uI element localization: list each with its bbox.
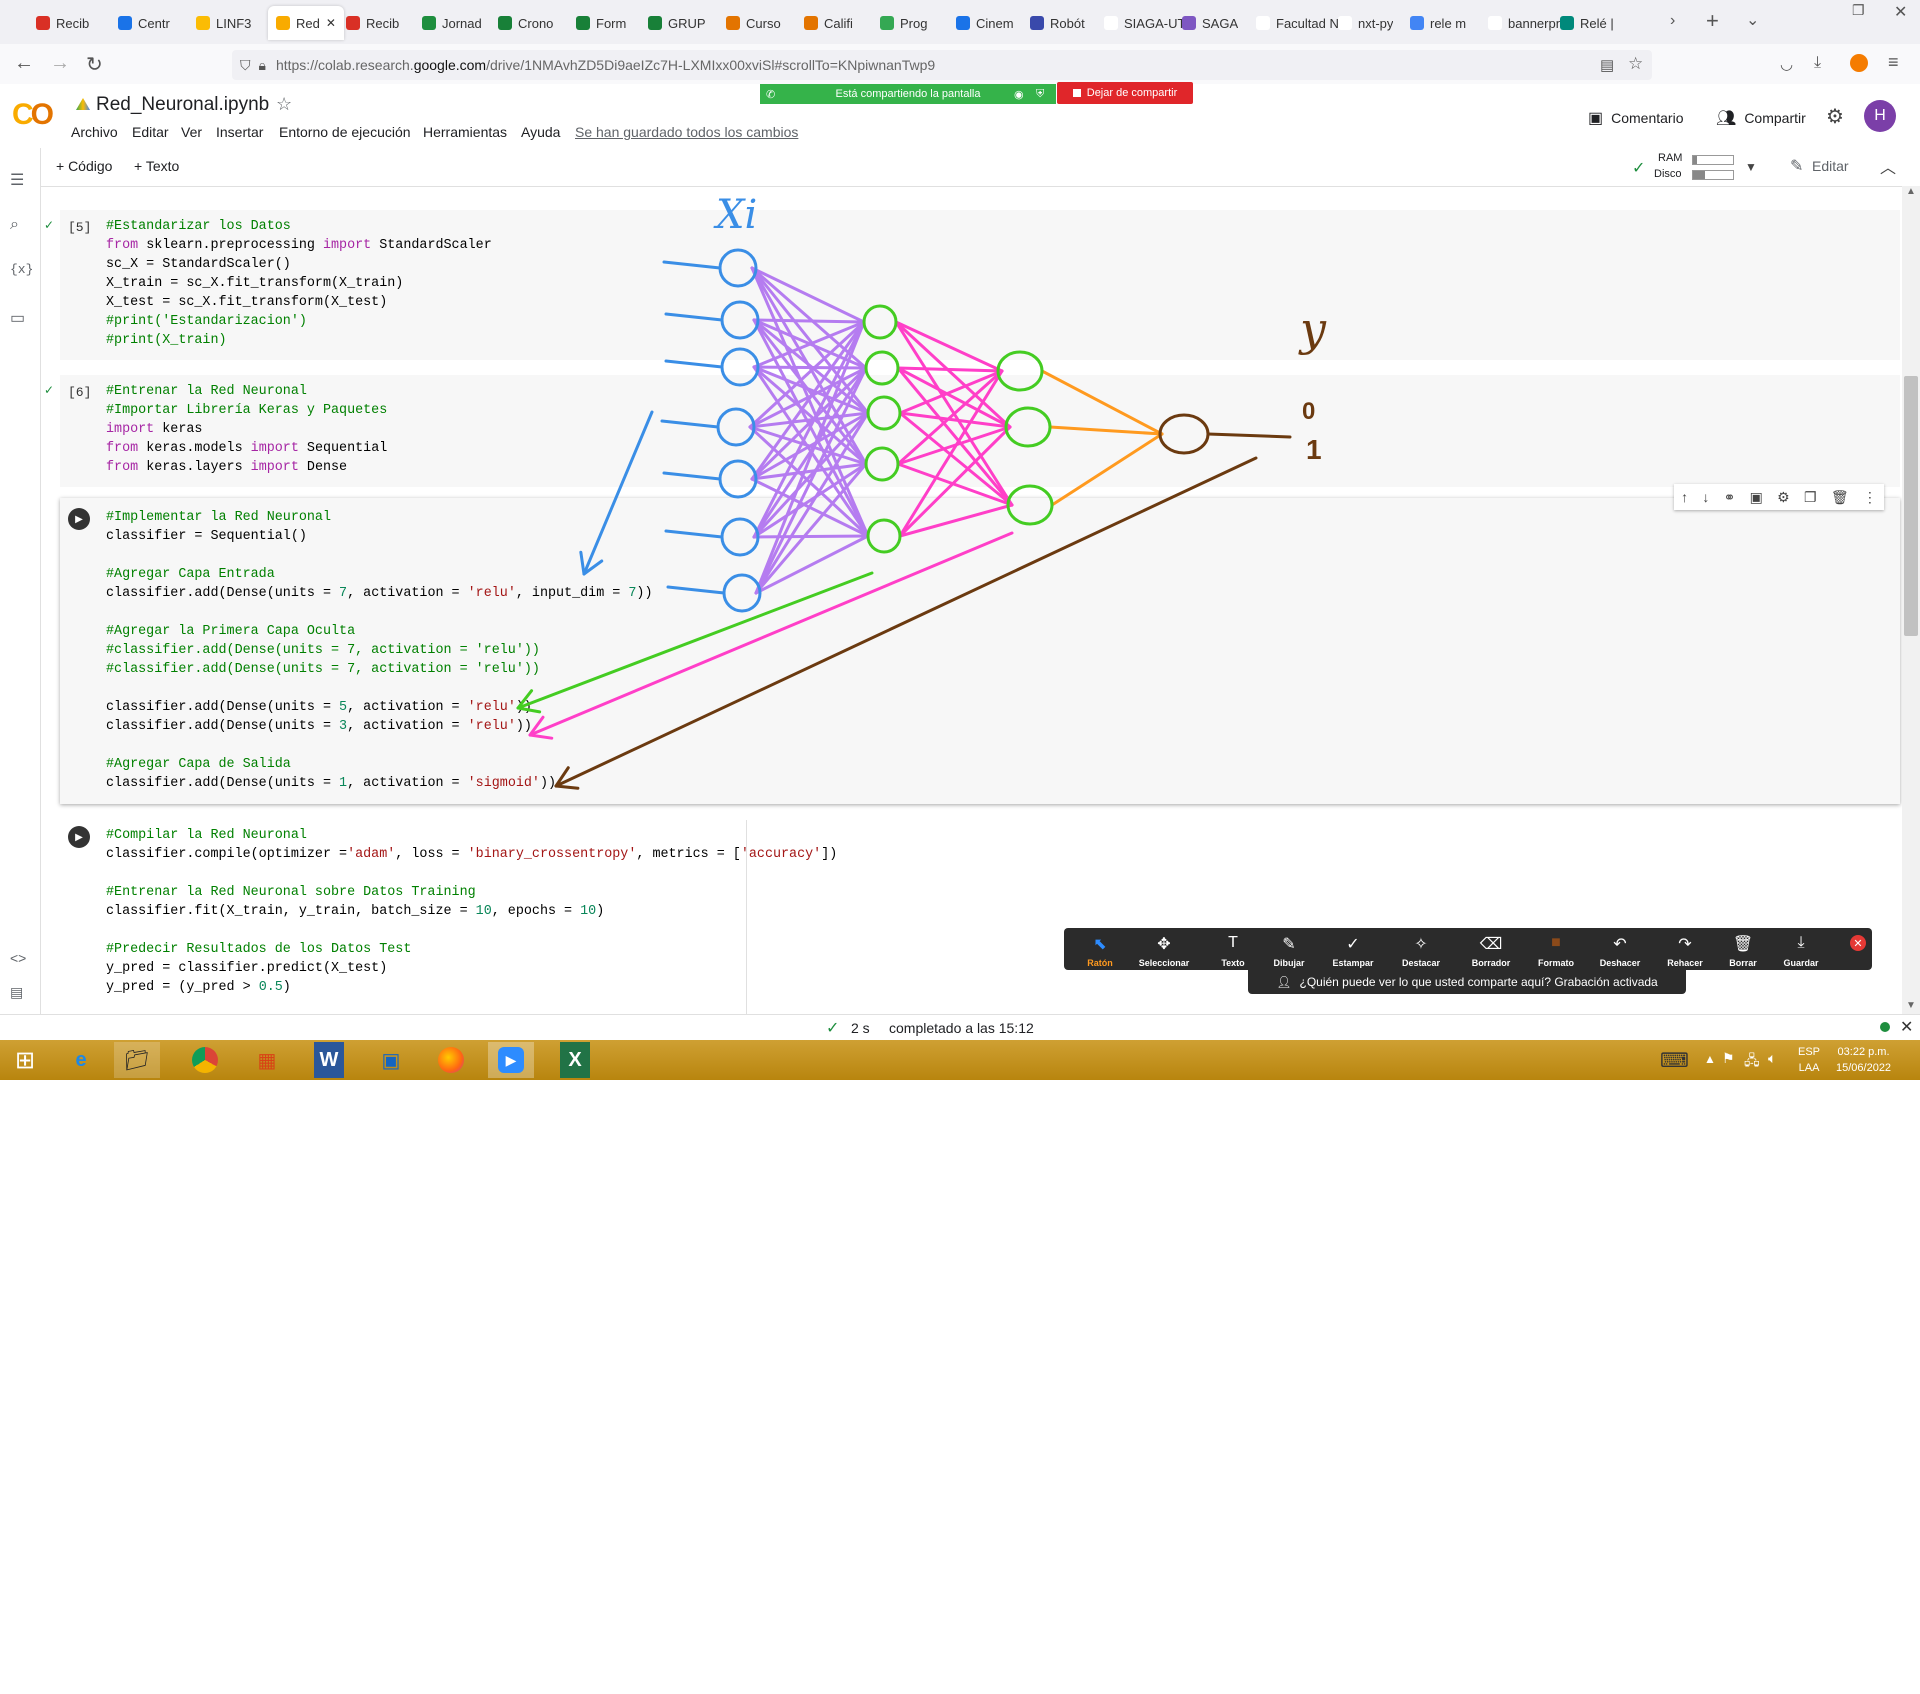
weight-line-layer3 xyxy=(1048,425,1164,436)
annotation-y: y xyxy=(1300,302,1326,356)
input-stub-line xyxy=(660,419,720,429)
clock-date: 15/06/2022 xyxy=(1836,1062,1892,1074)
hidden1-neuron-icon xyxy=(866,395,902,431)
hidden1-neuron-icon xyxy=(862,304,898,340)
annotation-tool-label[interactable]: Seleccionar xyxy=(1134,958,1194,968)
annotation-tool-label[interactable]: Rehacer xyxy=(1655,958,1715,968)
layout-code: LAA xyxy=(1798,1062,1820,1074)
input-stub-line xyxy=(664,359,724,369)
draw-icon: ✎ xyxy=(1282,936,1296,953)
drawing-annotation-layer xyxy=(516,248,1292,790)
annotation-xi: Xi xyxy=(716,192,758,238)
weight-line-layer2 xyxy=(896,366,1004,373)
clear-icon: 🗑︎ xyxy=(1732,936,1754,953)
flag-icon[interactable]: ⚑ xyxy=(1722,1050,1735,1067)
windows-start-icon[interactable]: ⊞ xyxy=(2,1042,48,1078)
word-icon[interactable]: W xyxy=(314,1042,344,1078)
annotation-tool-label[interactable]: Estampar xyxy=(1323,958,1383,968)
output-neuron-icon xyxy=(1158,413,1210,455)
output-line xyxy=(1206,432,1292,439)
hidden2-neuron-icon xyxy=(1004,406,1052,448)
taskbar-clock[interactable]: 03:22 p.m. 15/06/2022 xyxy=(1836,1044,1891,1076)
annotation-tool-label[interactable]: Ratón xyxy=(1070,958,1130,968)
annotation-tool-label[interactable]: Borrador xyxy=(1461,958,1521,968)
input-stub-line xyxy=(662,471,722,481)
annotation-tool-label[interactable]: Guardar xyxy=(1771,958,1831,968)
status-completed: completado a las 15:12 xyxy=(889,1020,1034,1036)
chrome-icon[interactable] xyxy=(182,1042,228,1078)
office-app-icon[interactable]: ▦ xyxy=(244,1042,290,1078)
network-app-icon[interactable]: ▣ xyxy=(368,1042,414,1078)
file-explorer-icon[interactable]: 📁︎ xyxy=(114,1042,160,1078)
lang-code: ESP xyxy=(1798,1046,1821,1058)
hidden1-neuron-icon xyxy=(864,446,900,482)
ie-icon[interactable]: e xyxy=(58,1042,104,1078)
close-annotation-icon[interactable]: ✕ xyxy=(1850,935,1866,951)
annotation-tool-label[interactable]: Destacar xyxy=(1391,958,1451,968)
annotation-tool-label[interactable]: Dibujar xyxy=(1259,958,1319,968)
excel-icon[interactable]: X xyxy=(560,1042,590,1078)
spotlight-icon: ✧ xyxy=(1414,936,1428,953)
mouse-icon: ⬉ xyxy=(1093,936,1107,953)
status-time: 2 s xyxy=(851,1020,870,1036)
format-icon: ■ xyxy=(1551,934,1561,951)
tray-chevron-icon[interactable]: ▲ xyxy=(1704,1052,1716,1066)
weight-line-layer1 xyxy=(752,318,866,324)
input-stub-line xyxy=(664,529,724,539)
zoom-icon[interactable]: ▶ xyxy=(488,1042,534,1078)
weight-line-layer3 xyxy=(1050,432,1164,507)
language-indicator[interactable]: ESP LAA xyxy=(1798,1044,1820,1076)
annotation-tool-label[interactable]: Texto xyxy=(1203,958,1263,968)
stamp-icon: ✓ xyxy=(1346,936,1360,953)
annotation-tool-label[interactable]: Borrar xyxy=(1713,958,1773,968)
redo-icon: ↷ xyxy=(1678,936,1692,953)
notice-label: ¿Quién puede ver lo que usted comparte a… xyxy=(1299,975,1658,989)
save-icon: ⤓ xyxy=(1797,934,1805,951)
weight-line-layer1 xyxy=(752,365,868,370)
connected-dot-icon xyxy=(1880,1022,1890,1032)
brown-arrow-line xyxy=(554,456,1258,788)
annotation-zero: 0 xyxy=(1302,398,1316,425)
input-stub-line xyxy=(666,585,726,595)
annotation-one: 1 xyxy=(1306,434,1322,465)
hidden1-neuron-icon xyxy=(864,350,900,386)
green-arrow-line xyxy=(516,571,874,710)
sharing-visibility-notice[interactable]: 👤︎ ¿Quién puede ver lo que usted compart… xyxy=(1248,970,1686,994)
annotation-tool-label[interactable]: Deshacer xyxy=(1590,958,1650,968)
blue-arrow-line xyxy=(582,410,654,576)
volume-icon[interactable]: 🔈︎ xyxy=(1768,1050,1776,1067)
clock-time: 03:22 p.m. xyxy=(1837,1046,1890,1058)
person-icon: 👤︎ xyxy=(1276,975,1292,989)
close-status-icon[interactable]: ✕ xyxy=(1900,1017,1913,1037)
eraser-icon: ⌫ xyxy=(1479,936,1503,953)
hidden2-neuron-icon xyxy=(996,350,1044,392)
input-stub-line xyxy=(662,260,722,270)
hidden2-neuron-icon xyxy=(1006,484,1054,526)
input-stub-line xyxy=(664,312,724,322)
hidden1-neuron-icon xyxy=(866,518,902,554)
firefox-icon[interactable] xyxy=(428,1042,474,1078)
select-icon: ✥ xyxy=(1157,936,1171,953)
text-icon: T xyxy=(1228,934,1238,951)
network-icon[interactable]: 🖧︎ xyxy=(1744,1050,1760,1074)
weight-line-layer3 xyxy=(1040,369,1164,436)
undo-icon: ↶ xyxy=(1613,936,1627,953)
weight-line-layer1 xyxy=(752,534,870,539)
keyboard-icon[interactable]: ⌨ xyxy=(1660,1048,1689,1073)
annotation-tool-label[interactable]: Formato xyxy=(1526,958,1586,968)
status-check-icon: ✓ xyxy=(826,1020,840,1037)
